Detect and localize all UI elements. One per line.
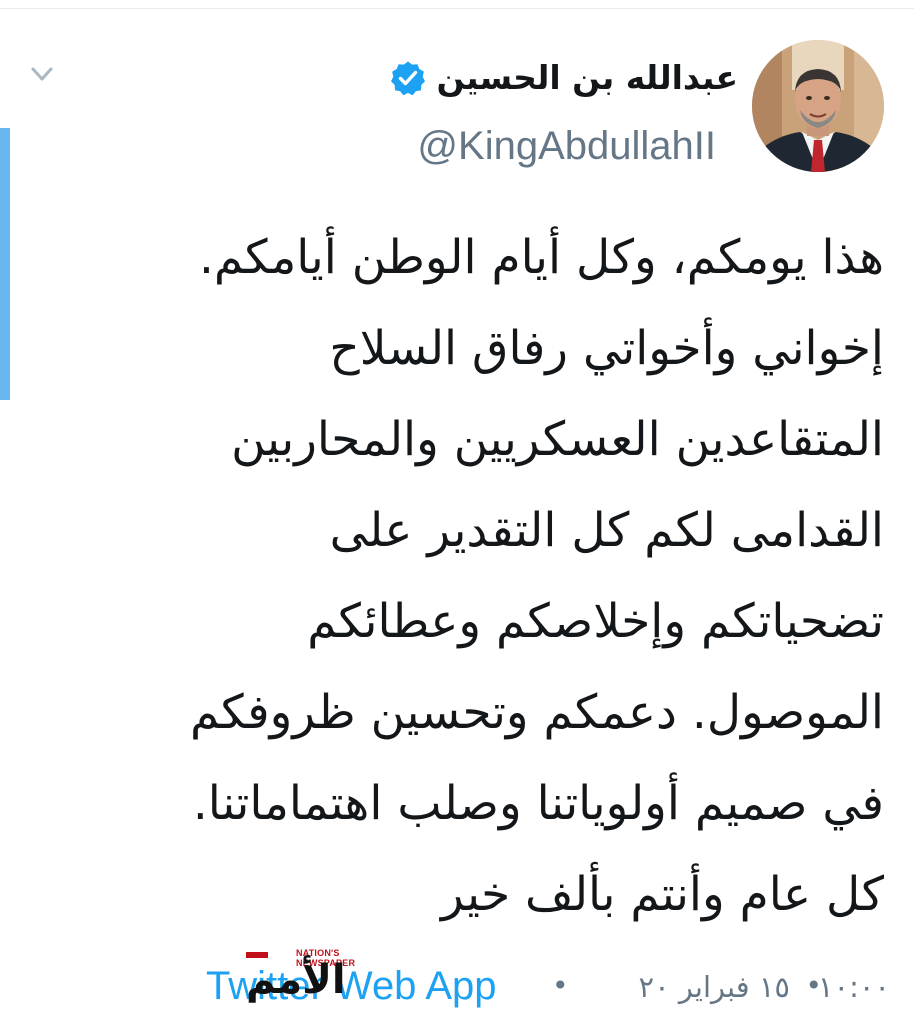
chevron-down-icon[interactable] — [28, 60, 56, 88]
tweet-line: في صميم أولوياتنا وصلب اهتماماتنا. — [192, 776, 884, 831]
verified-badge-icon — [391, 61, 426, 96]
tweet-card: عبدالله بن الحسين @KingAbdullahII هذا يو… — [0, 0, 914, 1024]
author-display-name[interactable]: عبدالله بن الحسين — [436, 54, 738, 102]
avatar[interactable] — [752, 40, 884, 172]
tweet-line: الموصول. دعمكم وتحسين ظروفكم — [189, 685, 884, 740]
tweet-line: تضحياتكم وإخلاصكم وعطائكم — [307, 594, 884, 649]
author-name-row[interactable]: عبدالله بن الحسين — [390, 54, 738, 102]
top-divider — [0, 8, 914, 9]
tweet-time[interactable]: ١٠:٠٠ — [818, 962, 890, 1012]
watermark-arabic: الأمم — [246, 957, 346, 1003]
tweet-line: القدامى لكم كل التقدير على — [329, 503, 884, 558]
tweet-line: إخواني وأخواتي رفاق السلاح — [329, 321, 884, 376]
tweet-line: هذا يومكم، وكل أيام الوطن أيامكم. — [198, 230, 884, 285]
tweet-line: المتقاعدين العسكريين والمحاربين — [231, 412, 884, 467]
author-handle[interactable]: @KingAbdullahII — [417, 122, 716, 170]
tweet-line: كل عام وأنتم بألف خير — [440, 867, 884, 922]
thread-accent-bar — [0, 128, 10, 400]
tweet-date[interactable]: ١٥ فبراير ٢٠ — [639, 962, 791, 1012]
meta-separator: • — [552, 969, 569, 1002]
newspaper-watermark-logo: NATION'S NEWSPAPER الأمم — [238, 946, 378, 1008]
tweet-text: هذا يومكم، وكل أيام الوطن أيامكم. إخواني… — [44, 212, 884, 940]
avatar-portrait — [752, 40, 884, 172]
